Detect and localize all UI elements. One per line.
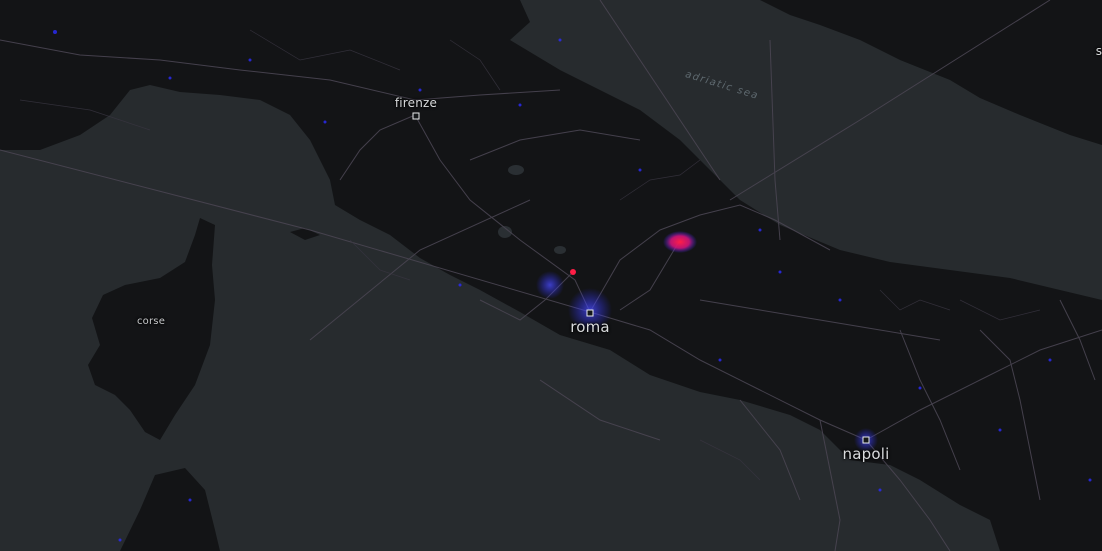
- region-label-corse: corse: [136, 316, 166, 327]
- map-canvas[interactable]: adriatic sea firenze corse roma napoli s: [0, 0, 1102, 551]
- activity-point[interactable]: [570, 269, 576, 275]
- edge-label-fragment: s: [1095, 44, 1102, 58]
- city-marker-napoli[interactable]: [862, 436, 870, 444]
- city-label-roma[interactable]: roma: [570, 318, 610, 336]
- city-label-firenze[interactable]: firenze: [395, 96, 437, 110]
- activity-hotspot[interactable]: [663, 231, 697, 253]
- city-label-napoli[interactable]: napoli: [843, 445, 890, 463]
- city-marker-firenze[interactable]: [412, 112, 420, 120]
- roma-north-activity-halo: [536, 271, 564, 299]
- map-basemap: [0, 0, 1102, 551]
- city-marker-roma[interactable]: [586, 309, 594, 317]
